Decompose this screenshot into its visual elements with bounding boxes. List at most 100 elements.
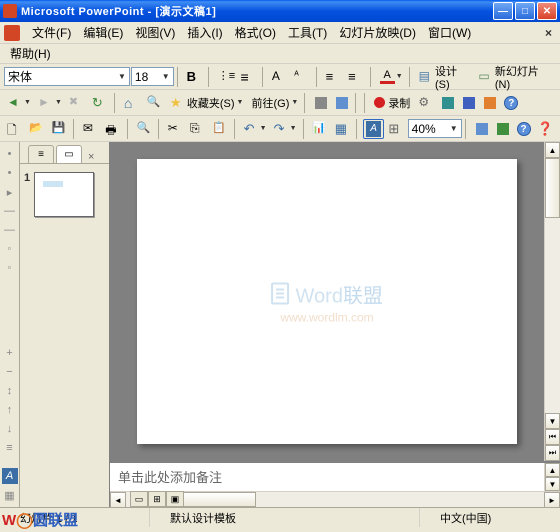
refresh-button[interactable] (89, 93, 111, 113)
font-color-button[interactable]: ▼ (377, 67, 406, 87)
notes-scrollbar[interactable]: ▲ ▼ (544, 463, 560, 491)
menu-slideshow[interactable]: 幻灯片放映(D) (333, 22, 422, 43)
tab-close-button[interactable]: × (88, 151, 94, 163)
vtool-12[interactable]: ↓ (2, 421, 18, 437)
zoom-combo[interactable]: 40%▼ (408, 119, 462, 138)
maximize-button[interactable]: □ (515, 2, 535, 20)
thumbnail-item[interactable]: 1 (24, 172, 105, 217)
insert-chart-button[interactable] (309, 119, 330, 139)
design-button[interactable]: 设计(S) (416, 67, 475, 87)
slide-thumbnail[interactable] (34, 172, 94, 217)
document-close-button[interactable]: × (541, 26, 556, 40)
forward-button[interactable]: ▼ (35, 93, 65, 113)
vtool-7[interactable]: ◦ (2, 260, 18, 276)
vtool-2[interactable]: • (2, 165, 18, 181)
macro-tool4-button[interactable] (480, 93, 500, 113)
close-button[interactable]: ✕ (537, 2, 557, 20)
vtool-6[interactable]: ◦ (2, 241, 18, 257)
menu-tools[interactable]: 工具(T) (282, 22, 333, 43)
favorites-button[interactable]: 收藏夹(S)▼ (167, 93, 247, 113)
vtool-aa[interactable]: A (2, 468, 18, 484)
print-button[interactable] (102, 119, 123, 139)
new-slide-button[interactable]: 新幻灯片(N) (475, 67, 556, 87)
go-button[interactable]: 前往(G)▼ (247, 93, 301, 113)
new-doc-button[interactable] (4, 119, 25, 139)
research-button[interactable] (133, 119, 154, 139)
cut-button[interactable] (165, 119, 186, 139)
text-style-button[interactable] (363, 119, 384, 139)
vtool-14[interactable]: ▦ (2, 487, 18, 503)
sorter-view-button[interactable]: ⊞ (148, 491, 166, 507)
scroll-thumb[interactable] (545, 158, 560, 218)
macro-tool2-button[interactable] (438, 93, 458, 113)
save-button[interactable] (49, 119, 70, 139)
scroll-right-button[interactable]: ► (544, 492, 560, 508)
decrease-font-button[interactable] (291, 67, 312, 87)
menu-file[interactable]: 文件(F) (26, 22, 77, 43)
home-button[interactable] (121, 93, 143, 113)
search-button[interactable] (144, 93, 166, 113)
slides-tab[interactable]: ▭ (56, 145, 82, 163)
insert-table-button[interactable] (332, 119, 353, 139)
nav-misc1-button[interactable] (311, 93, 331, 113)
minimize-button[interactable]: — (493, 2, 513, 20)
increase-font-button[interactable] (269, 67, 290, 87)
vtool-13[interactable]: ≡ (2, 440, 18, 456)
nav-misc2-button[interactable] (332, 93, 352, 113)
color-layout-button[interactable] (385, 119, 406, 139)
align-left-button[interactable] (323, 67, 344, 87)
font-size-combo[interactable]: 18▼ (131, 67, 174, 86)
macro-tool1-button[interactable] (415, 93, 437, 113)
slideshow-view-button[interactable]: ▣ (166, 491, 184, 507)
notes-input[interactable]: 单击此处添加备注 (110, 463, 544, 491)
open-button[interactable] (26, 119, 47, 139)
menu-format[interactable]: 格式(O) (229, 22, 282, 43)
menu-help[interactable]: 帮助(H) (10, 45, 51, 62)
vtool-1[interactable]: • (2, 146, 18, 162)
menu-view[interactable]: 视图(V) (129, 22, 181, 43)
slide[interactable]: Word联盟 www.wordlm.com (137, 159, 517, 444)
bulleted-list-button[interactable] (237, 67, 258, 87)
macro-tool3-button[interactable] (459, 93, 479, 113)
slide-canvas[interactable]: Word联盟 www.wordlm.com (110, 142, 544, 461)
vtool-3[interactable]: ▸ (2, 184, 18, 200)
stop-button[interactable] (66, 93, 88, 113)
mail-button[interactable] (80, 119, 101, 139)
scroll-left-button[interactable]: ◄ (110, 492, 126, 508)
vertical-scrollbar[interactable]: ▲ ▼ ⏮ ⏭ (544, 142, 560, 461)
copy-button[interactable] (187, 119, 208, 139)
font-combo[interactable]: 宋体▼ (4, 67, 130, 86)
undo-button[interactable]: ▼ (241, 119, 270, 139)
align-center-button[interactable] (345, 67, 366, 87)
normal-view-button[interactable]: ▭ (130, 491, 148, 507)
notes-scroll-down[interactable]: ▼ (545, 477, 560, 491)
scroll-down-button[interactable]: ▼ (545, 413, 560, 429)
toolbar-help-button[interactable] (501, 93, 521, 113)
numbered-list-button[interactable] (215, 67, 236, 87)
vtool-4[interactable]: — (2, 203, 18, 219)
outline-tab[interactable]: ≡ (28, 145, 54, 163)
record-button[interactable]: 录制 (371, 93, 414, 113)
menu-edit[interactable]: 编辑(E) (77, 22, 129, 43)
notes-scroll-up[interactable]: ▲ (545, 463, 560, 477)
star-icon (170, 95, 186, 111)
redo-button[interactable]: ▼ (271, 119, 300, 139)
back-button[interactable]: ▼ (4, 93, 34, 113)
vtool-9[interactable]: − (2, 364, 18, 380)
vtool-10[interactable]: ↕ (2, 383, 18, 399)
extra2-button[interactable] (493, 119, 513, 139)
paste-button[interactable] (209, 119, 230, 139)
scroll-up-button[interactable]: ▲ (545, 142, 560, 158)
prev-slide-button[interactable]: ⏮ (545, 429, 560, 445)
vtool-5[interactable]: — (2, 222, 18, 238)
next-slide-button[interactable]: ⏭ (545, 445, 560, 461)
extra1-button[interactable] (472, 119, 492, 139)
bold-button[interactable] (184, 67, 205, 87)
extra3-button[interactable] (535, 119, 556, 139)
vtool-8[interactable]: + (2, 345, 18, 361)
menu-insert[interactable]: 插入(I) (181, 22, 228, 43)
help-button[interactable] (514, 119, 534, 139)
vtool-11[interactable]: ↑ (2, 402, 18, 418)
menu-window[interactable]: 窗口(W) (422, 22, 477, 43)
forward-icon (38, 95, 54, 111)
